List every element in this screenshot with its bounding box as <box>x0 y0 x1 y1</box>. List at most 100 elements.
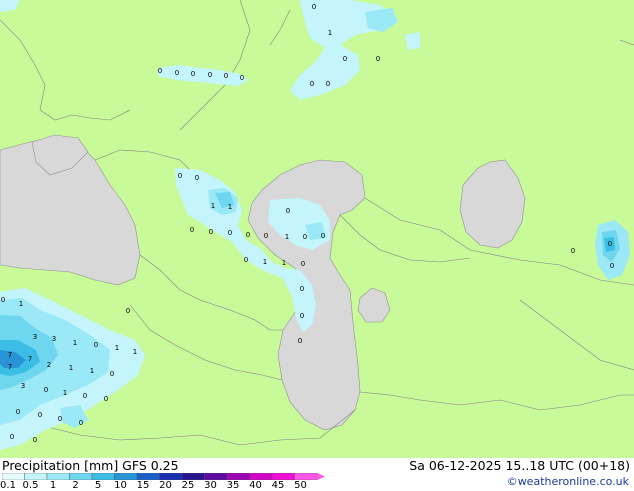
color-scale-tick-label: 30 <box>204 480 217 491</box>
precip-label: 0 <box>376 55 380 63</box>
valid-time: Sa 06-12-2025 15..18 UTC (00+18) <box>409 458 630 473</box>
precip-label: 0 <box>10 433 14 441</box>
credit-link[interactable]: ©weatheronline.co.uk <box>507 475 629 488</box>
precip-label: 3 <box>33 333 37 341</box>
precip-label: 0 <box>246 231 250 239</box>
color-scale-swatch <box>226 473 250 480</box>
precip-label: 0 <box>301 260 305 268</box>
color-scale-tick-label: 40 <box>249 480 262 491</box>
precip-label: 0 <box>104 395 108 403</box>
precip-label: 7 <box>28 355 32 363</box>
precip-label: 1 <box>282 259 286 267</box>
color-scale-swatch <box>294 473 318 480</box>
kara-bogaz-gol <box>357 287 391 323</box>
precip-label: 0 <box>286 207 290 215</box>
precip-label: 1 <box>263 258 267 266</box>
precip-label: 1 <box>328 29 332 37</box>
precip-label: 0 <box>110 370 114 378</box>
color-scale-tick-label: 20 <box>159 480 172 491</box>
precip-label: 1 <box>63 389 67 397</box>
precip-label: 0 <box>178 172 182 180</box>
precipitation-map: 0 1 0 0 0 0 0 0 0 0 0 0 0 0 1 1 0 0 0 0 … <box>0 0 634 458</box>
precip-label: 0 <box>16 408 20 416</box>
color-scale-tick-label: 10 <box>114 480 127 491</box>
precip-label: 1 <box>133 348 137 356</box>
precip-label: 0 <box>300 285 304 293</box>
precip-label: 0 <box>1 296 5 304</box>
precip-label: 1 <box>90 367 94 375</box>
color-scale-tick-label: 1 <box>49 480 57 491</box>
precip-label: 0 <box>58 415 62 423</box>
precip-label: 0 <box>240 74 244 82</box>
precip-label: 0 <box>343 55 347 63</box>
color-scale-swatch <box>136 473 160 480</box>
precip-label: 0 <box>158 67 162 75</box>
color-scale-swatch <box>46 473 70 480</box>
precip-label: 0 <box>126 307 130 315</box>
precip-label: 0 <box>195 174 199 182</box>
precip-label: 0 <box>610 262 614 270</box>
precip-label: 1 <box>69 364 73 372</box>
color-scale-tick-label: 2 <box>72 480 79 491</box>
precip-label: 0 <box>94 341 98 349</box>
precip-label: 0 <box>303 233 307 241</box>
precip-label: 0 <box>312 3 316 11</box>
precip-label: 0 <box>83 392 87 400</box>
precip-label: 0 <box>298 337 302 345</box>
color-scale-swatch <box>159 473 183 480</box>
precip-label: 0 <box>209 228 213 236</box>
color-scale-swatch <box>114 473 138 480</box>
precip-label: 0 <box>190 226 194 234</box>
color-scale-tick-label: 35 <box>226 480 240 491</box>
map-title: Precipitation [mm] GFS 0.25 <box>2 458 179 473</box>
precip-label: 0 <box>264 232 268 240</box>
color-scale-tick-label: 50 <box>294 480 307 491</box>
precip-label: 0 <box>300 312 304 320</box>
aral-sea <box>459 159 526 249</box>
precip-label: 0 <box>79 419 83 427</box>
precip-label: 0 <box>608 240 612 248</box>
color-scale-tick-label: 25 <box>181 480 195 491</box>
precip-label: 7 <box>8 351 12 359</box>
precip-label: 0 <box>224 72 228 80</box>
precip-label: 3 <box>52 335 56 343</box>
color-scale-tick-label: 5 <box>94 480 102 491</box>
precip-label: 0 <box>228 229 232 237</box>
color-scale-tick-label: 45 <box>271 480 285 491</box>
precip-label: 1 <box>115 344 119 352</box>
precip-label: 0 <box>38 411 42 419</box>
precip-label: 0 <box>326 80 330 88</box>
precip-label: 0 <box>44 386 48 394</box>
precip-label: 0 <box>33 436 37 444</box>
color-scale-swatch <box>181 473 205 480</box>
color-scale-swatch <box>69 473 93 480</box>
precip-label: 1 <box>19 300 23 308</box>
precip-label: 0 <box>571 247 575 255</box>
map-canvas: 0 1 0 0 0 0 0 0 0 0 0 0 0 0 1 1 0 0 0 0 … <box>0 0 634 450</box>
color-scale-tick-label: 0.5 <box>22 480 39 491</box>
precip-label: 0 <box>310 80 314 88</box>
color-scale-swatch <box>91 473 115 480</box>
precip-label: 3 <box>21 382 25 390</box>
precip-label: 0 <box>175 69 179 77</box>
color-scale-tick-label: 15 <box>136 480 150 491</box>
precip-label: 1 <box>285 233 289 241</box>
color-scale-tick-label: 0.1 <box>0 480 16 491</box>
precip-label: 1 <box>73 339 77 347</box>
color-scale-arrow <box>317 473 325 480</box>
precip-label: 0 <box>208 71 212 79</box>
precip-label: 0 <box>244 256 248 264</box>
precip-label: 1 <box>211 202 215 210</box>
precip-label: 0 <box>321 232 325 240</box>
map-footer: Precipitation [mm] GFS 0.25 Sa 06-12-202… <box>0 458 634 491</box>
precip-label: 1 <box>228 203 232 211</box>
color-scale-swatch <box>24 473 48 480</box>
color-scale-swatch <box>271 473 295 480</box>
precip-label: 0 <box>191 70 195 78</box>
precip-label: 7 <box>8 363 12 371</box>
color-scale-swatch <box>249 473 273 480</box>
color-scale-swatch <box>204 473 228 480</box>
precip-label: 2 <box>47 361 51 369</box>
color-scale-bar <box>2 473 325 480</box>
color-scale-swatch <box>2 473 25 480</box>
